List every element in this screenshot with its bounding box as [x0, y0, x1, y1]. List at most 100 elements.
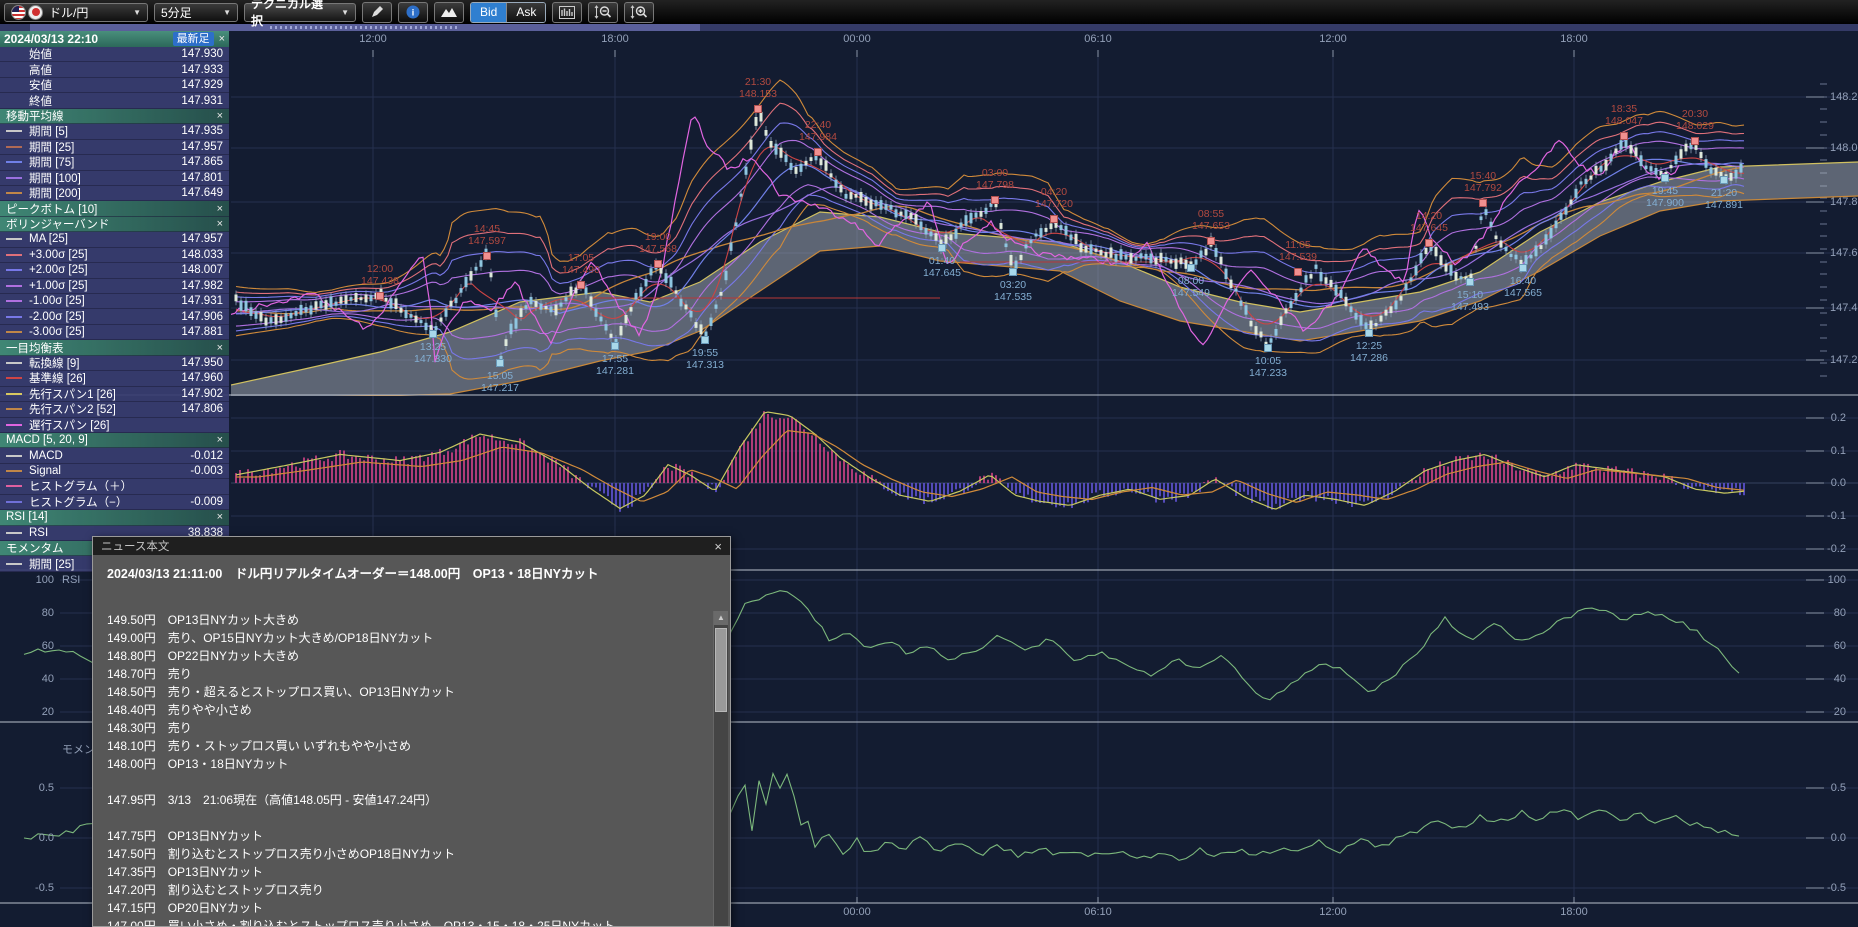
indicator-label: MACD — [29, 450, 63, 462]
indicator-label: 遅行スパン [26] — [29, 417, 109, 433]
news-headline: 2024/03/13 21:11:00 ドル円リアルタイムオーダー＝148.00… — [107, 563, 700, 582]
line-swatch — [6, 377, 22, 379]
candle-display-button[interactable] — [552, 2, 582, 23]
close-icon[interactable]: × — [217, 110, 223, 122]
indicator-row: 安値 147.929 — [0, 78, 229, 93]
info-button[interactable]: i — [398, 2, 428, 23]
bid-button[interactable]: Bid — [471, 3, 506, 22]
time-axis-label: 00:00 — [843, 33, 871, 45]
area-chart-button[interactable] — [434, 2, 464, 23]
rsi-axis-label: 60 — [1804, 640, 1846, 652]
indicator-label: RSI — [29, 527, 48, 539]
bottom-marker-icon — [1009, 268, 1017, 276]
ask-button[interactable]: Ask — [506, 3, 545, 22]
peak-annotation: 22:40147.984 — [778, 119, 858, 143]
info-icon: i — [406, 5, 420, 19]
peak-annotation: 04:20147.720 — [1014, 186, 1094, 210]
bottom-annotation: 03:20147.535 — [973, 279, 1053, 303]
peak-annotation: 19:00147.568 — [618, 231, 698, 255]
indicator-value: 147.929 — [181, 79, 223, 91]
news-scrollbar-thumb[interactable] — [715, 628, 727, 712]
timeframe-select[interactable]: 5分足 ▼ — [154, 3, 238, 22]
section-label: 移動平均線 — [6, 108, 64, 124]
indicator-label: -3.00σ [25] — [29, 326, 85, 338]
line-swatch — [6, 238, 22, 240]
rsi-axis-label: 80 — [24, 607, 54, 619]
peak-marker-icon — [1620, 132, 1628, 140]
close-icon[interactable]: × — [217, 434, 223, 446]
news-window: ニュース本文 × 2024/03/13 21:11:00 ドル円リアルタイムオー… — [92, 536, 731, 927]
scrollbar-thumb[interactable] — [30, 24, 700, 31]
peak-marker-icon — [1207, 237, 1215, 245]
chevron-down-icon: ▼ — [215, 8, 231, 17]
bottom-marker-icon — [1519, 264, 1527, 272]
news-line: 148.40円 売りやや小さめ — [107, 701, 700, 719]
time-axis-label: 00:00 — [843, 906, 871, 918]
rsi-panel-title: RSI — [62, 574, 80, 586]
news-line: 147.35円 OP13日NYカット — [107, 863, 700, 881]
indicator-label: 期間 [25] — [29, 139, 74, 155]
news-line: 148.10円 売り・ストップロス買い いずれもやや小さめ — [107, 737, 700, 755]
bottom-marker-icon — [611, 342, 619, 350]
bid-ask-toggle: Bid Ask — [470, 2, 546, 23]
zoom-in-icon — [630, 5, 648, 19]
news-scrollbar[interactable]: ▲ — [713, 611, 728, 926]
indicator-value: 147.931 — [181, 95, 223, 107]
indicator-label: 期間 [100] — [29, 170, 81, 186]
line-swatch — [6, 146, 22, 148]
price-axis-label: 148.2 — [1830, 91, 1858, 103]
price-axis-label: 148.0 — [1830, 142, 1858, 154]
section-label: 一目均衡表 — [6, 340, 64, 356]
close-icon[interactable]: × — [714, 539, 722, 554]
indicator-label: ヒストグラム（＋） — [29, 478, 132, 494]
indicator-row: Signal-0.003 — [0, 464, 229, 479]
peak-annotation: 12:00147.438 — [340, 263, 420, 287]
news-line: 148.50円 売り・超えるとストップロス買い、OP13日NYカット — [107, 683, 700, 701]
momentum-axis-label: 0.0 — [1804, 832, 1846, 844]
indicator-label: Signal — [29, 465, 61, 477]
news-line — [107, 773, 700, 791]
close-icon[interactable]: × — [217, 218, 223, 230]
line-swatch — [6, 316, 22, 318]
indicator-section-header: ボリンジャーバンド× — [0, 217, 229, 232]
zoom-out-button[interactable] — [588, 2, 618, 23]
section-label: MACD [5, 20, 9] — [6, 434, 88, 446]
peak-annotation: 14:45147.597 — [447, 223, 527, 247]
zoom-in-button[interactable] — [624, 2, 654, 23]
indicator-row: 期間 [25]147.957 — [0, 140, 229, 155]
bottom-marker-icon — [1720, 176, 1728, 184]
indicator-value: 147.902 — [181, 388, 223, 400]
peak-marker-icon — [1479, 199, 1487, 207]
close-icon[interactable]: × — [217, 511, 223, 523]
indicator-value: 147.933 — [181, 64, 223, 76]
indicator-value: 147.881 — [181, 326, 223, 338]
rsi-axis-label: 80 — [1804, 607, 1846, 619]
technical-select-button[interactable]: テクニカル選択 ▼ — [244, 3, 356, 22]
indicator-value: 147.960 — [181, 372, 223, 384]
pencil-icon — [370, 5, 384, 19]
draw-button[interactable] — [362, 2, 392, 23]
scroll-up-icon[interactable]: ▲ — [714, 611, 728, 625]
time-axis-label: 06:10 — [1084, 906, 1112, 918]
line-swatch — [6, 285, 22, 287]
close-icon[interactable]: × — [217, 203, 223, 215]
time-axis-label: 18:00 — [601, 33, 629, 45]
news-titlebar[interactable]: ニュース本文 × — [93, 537, 730, 555]
bottom-annotation: 21:20147.891 — [1684, 187, 1764, 211]
indicator-row: +1.00σ [25]147.982 — [0, 279, 229, 294]
indicator-label: 期間 [75] — [29, 154, 74, 170]
indicator-rows: 始値147.930高値147.933安値147.929終値147.931移動平均… — [0, 47, 229, 572]
price-axis-label: 147.8 — [1830, 196, 1858, 208]
indicator-label: 安値 — [29, 77, 52, 93]
bottom-annotation: 10:05147.233 — [1228, 355, 1308, 379]
peak-annotation: 08:55147.653 — [1171, 208, 1251, 232]
indicator-row: ヒストグラム（−）-0.009 — [0, 495, 229, 510]
chevron-down-icon: ▼ — [125, 8, 141, 17]
bottom-annotation: 15:05147.217 — [460, 370, 540, 394]
indicator-label: +1.00σ [25] — [29, 280, 88, 292]
close-icon[interactable]: × — [219, 33, 225, 45]
currency-pair-select[interactable]: ドル/円 ▼ — [4, 3, 148, 22]
close-icon[interactable]: × — [217, 342, 223, 354]
peak-marker-icon — [1425, 239, 1433, 247]
price-axis-label: 147.2 — [1830, 354, 1858, 366]
